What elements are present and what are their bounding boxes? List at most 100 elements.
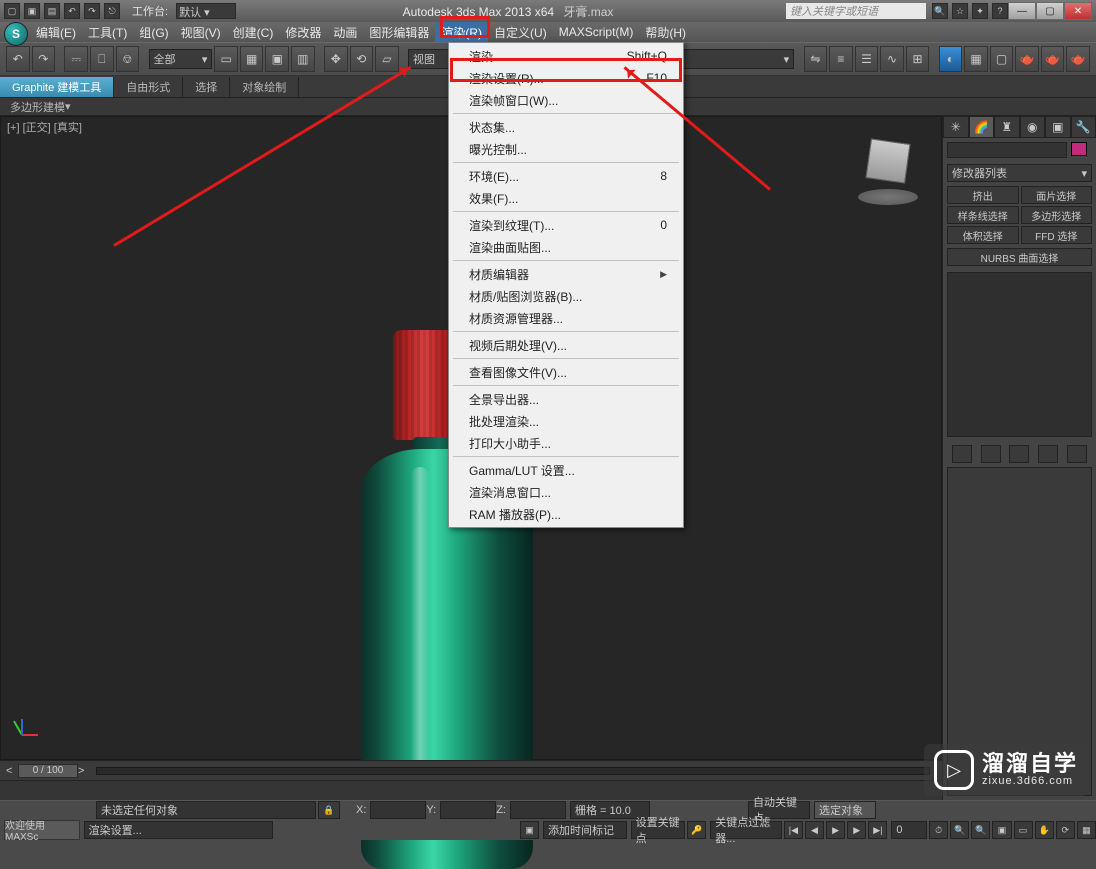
menu-item[interactable]: 查看图像文件(V)...: [449, 361, 683, 383]
motion-tab[interactable]: ◉: [1020, 116, 1046, 138]
z-coord-input[interactable]: [510, 801, 566, 819]
menu-组g[interactable]: 组(G): [133, 22, 174, 42]
select-region-button[interactable]: ▣: [265, 46, 289, 72]
menu-item[interactable]: Gamma/LUT 设置...: [449, 459, 683, 481]
layers-button[interactable]: ☰: [855, 46, 879, 72]
utilities-tab[interactable]: 🔧: [1071, 116, 1096, 138]
selection-mode-button[interactable]: 体积选择: [947, 226, 1019, 244]
selection-mode-button[interactable]: 多边形选择: [1021, 206, 1093, 224]
subscribe-icon[interactable]: ☆: [952, 3, 968, 19]
current-frame-input[interactable]: 0: [891, 821, 927, 839]
modify-tab[interactable]: 🌈: [969, 116, 995, 138]
object-name-input[interactable]: [947, 142, 1067, 158]
key-mode-icon[interactable]: 🔑: [687, 821, 706, 839]
lock-selection-icon[interactable]: 🔒: [318, 801, 340, 819]
object-color-swatch[interactable]: [1071, 142, 1087, 156]
window-crossing-button[interactable]: ▥: [291, 46, 315, 72]
minimize-button[interactable]: —: [1008, 2, 1036, 20]
close-button[interactable]: ✕: [1064, 2, 1092, 20]
config-button[interactable]: [1067, 445, 1087, 463]
menu-创建c[interactable]: 创建(C): [227, 22, 280, 42]
isolate-icon[interactable]: ▣: [520, 821, 539, 839]
menu-item[interactable]: 渲染设置(R)...F10: [449, 67, 683, 89]
time-slider-handle[interactable]: 0 / 100: [18, 764, 78, 778]
time-slider[interactable]: < 0 / 100 >: [0, 760, 942, 780]
y-coord-input[interactable]: [440, 801, 496, 819]
selection-filter-combo[interactable]: 全部▾: [149, 49, 213, 69]
curve-editor-button[interactable]: ∿: [880, 46, 904, 72]
select-button[interactable]: ▭: [214, 46, 238, 72]
menu-item[interactable]: RAM 播放器(P)...: [449, 503, 683, 525]
hierarchy-tab[interactable]: ♜: [994, 116, 1020, 138]
modifier-list-combo[interactable]: 修改器列表▾: [947, 164, 1092, 182]
mirror-button[interactable]: ⇋: [804, 46, 828, 72]
render-setup-button[interactable]: ▦: [964, 46, 988, 72]
scale-button[interactable]: ▱: [375, 46, 399, 72]
menu-渲染r[interactable]: 渲染(R): [435, 22, 488, 42]
display-tab[interactable]: ▣: [1045, 116, 1071, 138]
max-toggle-button[interactable]: ▦: [1077, 821, 1096, 839]
render-frame-button[interactable]: ▢: [990, 46, 1014, 72]
menu-图形编辑器[interactable]: 图形编辑器: [363, 22, 435, 42]
zoom-extents-button[interactable]: ▣: [992, 821, 1011, 839]
menu-item[interactable]: 批处理渲染...: [449, 410, 683, 432]
nurbs-select-button[interactable]: NURBS 曲面选择: [947, 248, 1092, 266]
orbit-button[interactable]: ⟳: [1056, 821, 1075, 839]
menu-item[interactable]: 渲染曲面贴图...: [449, 236, 683, 258]
menu-item[interactable]: 曝光控制...: [449, 138, 683, 160]
goto-end-button[interactable]: ▶|: [868, 821, 887, 839]
search-icon[interactable]: 🔍: [932, 3, 948, 19]
undo-icon[interactable]: ↶: [64, 3, 80, 19]
move-button[interactable]: ✥: [324, 46, 348, 72]
show-end-button[interactable]: [981, 445, 1001, 463]
menu-item[interactable]: 打印大小助手...: [449, 432, 683, 454]
unique-button[interactable]: [1009, 445, 1029, 463]
ribbon-tab[interactable]: Graphite 建模工具: [0, 77, 114, 97]
menu-item[interactable]: 材质编辑器▶: [449, 263, 683, 285]
ribbon-tab[interactable]: 对象绘制: [230, 77, 299, 97]
menu-item[interactable]: 渲染Shift+Q: [449, 45, 683, 67]
redo-button[interactable]: ↷: [32, 46, 56, 72]
menu-视图v[interactable]: 视图(V): [175, 22, 227, 42]
maxscript-listener-tab[interactable]: 欢迎使用 MAXSc: [4, 820, 80, 840]
selection-mode-button[interactable]: 样条线选择: [947, 206, 1019, 224]
menu-item[interactable]: 渲染消息窗口...: [449, 481, 683, 503]
new-icon[interactable]: ▢: [4, 3, 20, 19]
prev-frame-button[interactable]: ◀: [805, 821, 824, 839]
menu-item[interactable]: 渲染帧窗口(W)...: [449, 89, 683, 111]
key-filters-button[interactable]: 关键点过滤器...: [710, 821, 782, 839]
selection-mode-button[interactable]: 挤出: [947, 186, 1019, 204]
save-icon[interactable]: ▤: [44, 3, 60, 19]
viewport-label[interactable]: [+] [正交] [真实]: [7, 119, 82, 135]
menu-item[interactable]: 材质资源管理器...: [449, 307, 683, 329]
redo-icon[interactable]: ↷: [84, 3, 100, 19]
application-menu-button[interactable]: S: [4, 22, 28, 46]
menu-item[interactable]: 状态集...: [449, 116, 683, 138]
select-name-button[interactable]: ▦: [240, 46, 264, 72]
create-tab[interactable]: ✳: [943, 116, 969, 138]
menu-编辑e[interactable]: 编辑(E): [30, 22, 82, 42]
menu-item[interactable]: 视频后期处理(V)...: [449, 334, 683, 356]
bind-button[interactable]: ⎊: [116, 46, 140, 72]
viewcube[interactable]: [853, 135, 923, 205]
zoom-all-button[interactable]: 🔍: [971, 821, 990, 839]
ribbon-tab[interactable]: 自由形式: [114, 77, 183, 97]
play-button[interactable]: ▶: [826, 821, 845, 839]
link-button[interactable]: ⎓: [64, 46, 88, 72]
menu-自定义u[interactable]: 自定义(U): [488, 22, 553, 42]
link-icon[interactable]: ⎋: [104, 3, 120, 19]
menu-item[interactable]: 环境(E)...8: [449, 165, 683, 187]
workspace-combo[interactable]: 默认 ▾: [176, 3, 236, 19]
menu-item[interactable]: 效果(F)...: [449, 187, 683, 209]
zoom-region-button[interactable]: ▭: [1014, 821, 1033, 839]
next-frame-button[interactable]: ▶: [847, 821, 866, 839]
menu-maxscriptm[interactable]: MAXScript(M): [553, 22, 640, 42]
menu-动画[interactable]: 动画: [327, 22, 363, 42]
render-iterative-button[interactable]: 🫖: [1041, 46, 1065, 72]
maximize-button[interactable]: ▢: [1036, 2, 1064, 20]
setkey-button[interactable]: 设置关键点: [631, 821, 685, 839]
pan-button[interactable]: ✋: [1035, 821, 1054, 839]
undo-button[interactable]: ↶: [6, 46, 30, 72]
menu-修改器[interactable]: 修改器: [279, 22, 327, 42]
unlink-button[interactable]: ⎕: [90, 46, 114, 72]
